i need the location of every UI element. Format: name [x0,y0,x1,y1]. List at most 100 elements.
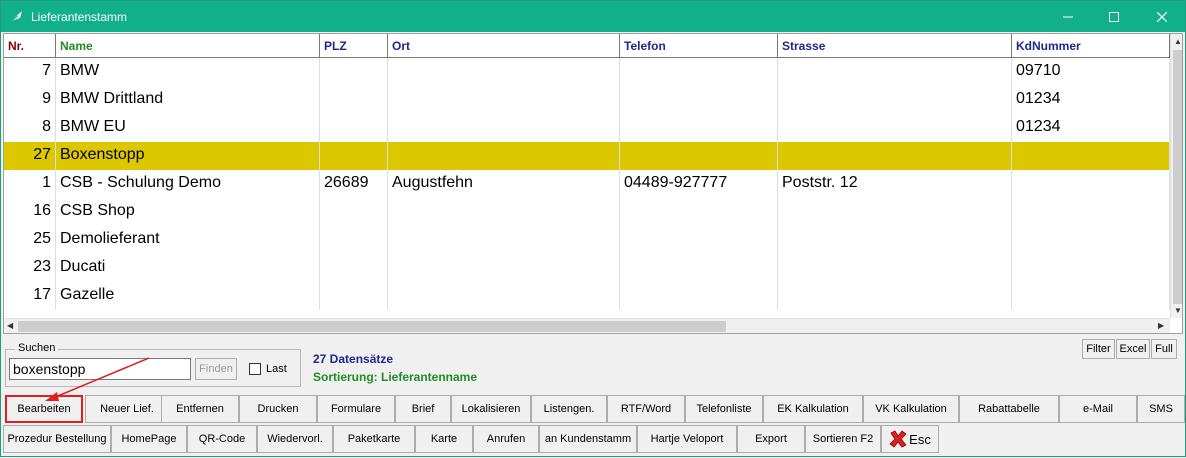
homepage-button[interactable]: HomePage [111,425,187,453]
cell-ort: Augustfehn [388,170,620,198]
find-button[interactable]: Finden [195,358,237,380]
cell-ort [388,226,620,254]
cell-kdnummer: 09710 [1012,58,1170,86]
search-input[interactable] [9,358,191,380]
table-row[interactable]: 16 CSB Shop [4,198,1170,226]
drucken-button[interactable]: Drucken [239,395,317,423]
sort-status: Sortierung: Lieferantenname [313,370,478,384]
an-kundenstamm-button[interactable]: an Kundenstamm [539,425,637,453]
horizontal-scroll-thumb[interactable] [18,321,726,332]
listengen-button[interactable]: Listengen. [531,395,607,423]
column-header-telefon[interactable]: Telefon [620,34,778,58]
cell-name: Demolieferant [56,226,320,254]
vertical-scroll-thumb[interactable] [1173,50,1182,304]
cell-plz [320,282,388,310]
main-window: Lieferantenstamm Nr. Name PLZ Ort Telefo… [0,0,1186,457]
cell-strasse [778,254,1012,282]
cell-kdnummer [1012,282,1170,310]
supplier-grid[interactable]: Nr. Name PLZ Ort Telefon Strasse KdNumme… [3,33,1183,334]
last-checkbox[interactable] [249,363,261,375]
cell-name: BMW Drittland [56,86,320,114]
formulare-button[interactable]: Formulare [317,395,395,423]
minimize-button[interactable] [1045,1,1091,32]
cell-telefon [620,254,778,282]
export-button[interactable]: Export [737,425,805,453]
column-header-strasse[interactable]: Strasse [778,34,1012,58]
scroll-up-icon[interactable]: ▲ [1174,37,1182,47]
column-header-ort[interactable]: Ort [388,34,620,58]
full-button[interactable]: Full [1151,339,1177,359]
table-row[interactable]: 17 Gazelle [4,282,1170,310]
cell-nr: 1 [4,170,56,198]
sortieren-f2-button[interactable]: Sortieren F2 [805,425,881,453]
cell-ort [388,114,620,142]
neuer-lief-button[interactable]: Neuer Lief. [85,395,169,423]
bearbeiten-button[interactable]: Bearbeiten [5,395,83,423]
anrufen-button[interactable]: Anrufen [473,425,539,453]
cell-nr: 23 [4,254,56,282]
wiedervorl-button[interactable]: Wiedervorl. [257,425,333,453]
lokalisieren-button[interactable]: Lokalisieren [451,395,531,423]
ek-kalkulation-button[interactable]: EK Kalkulation [763,395,863,423]
cell-telefon [620,142,778,170]
table-row[interactable]: 1 CSB - Schulung Demo 26689 Augustfehn 04489… [4,170,1170,198]
red-x-icon [889,430,907,448]
filter-button[interactable]: Filter [1082,339,1115,359]
window-title: Lieferantenstamm [31,10,128,24]
column-header-nr[interactable]: Nr. [4,34,56,58]
karte-button[interactable]: Karte [415,425,473,453]
table-row[interactable]: 9 BMW Drittland 01234 [4,86,1170,114]
hartje-veloport-button[interactable]: Hartje Veloport [637,425,737,453]
esc-button[interactable]: Esc [881,425,939,453]
table-row[interactable]: 8 BMW EU 01234 [4,114,1170,142]
cell-nr: 16 [4,198,56,226]
column-header-plz[interactable]: PLZ [320,34,388,58]
entfernen-button[interactable]: Entfernen [161,395,239,423]
cell-telefon [620,58,778,86]
cell-telefon [620,114,778,142]
column-header-kdnummer[interactable]: KdNummer [1012,34,1170,58]
scroll-left-icon[interactable]: ◀ [7,321,13,331]
cell-plz [320,114,388,142]
paketkarte-button[interactable]: Paketkarte [333,425,415,453]
cell-plz [320,198,388,226]
grid-rows: 7 BMW 09710 9 BMW Drittland 01234 8 BMW EU 01234… [4,58,1170,318]
minimize-icon [1063,16,1073,17]
cell-plz [320,86,388,114]
horizontal-scrollbar[interactable]: ◀ ▶ [4,318,1170,333]
cell-kdnummer [1012,254,1170,282]
scroll-right-icon[interactable]: ▶ [1158,321,1164,331]
cell-telefon [620,86,778,114]
cell-plz [320,142,388,170]
cell-plz [320,58,388,86]
table-row[interactable]: 27 Boxenstopp [4,142,1170,170]
table-row[interactable]: 7 BMW 09710 [4,58,1170,86]
e-mail-button[interactable]: e-Mail [1059,395,1137,423]
close-button[interactable] [1139,1,1185,32]
prozedur-bestellung-button[interactable]: Prozedur Bestellung [3,425,111,453]
cell-name: CSB - Schulung Demo [56,170,320,198]
table-row[interactable]: 25 Demolieferant [4,226,1170,254]
table-row[interactable]: 23 Ducati [4,254,1170,282]
cell-strasse [778,226,1012,254]
cell-nr: 7 [4,58,56,86]
sms-button[interactable]: SMS [1137,395,1185,423]
scroll-down-icon[interactable]: ▼ [1174,306,1182,316]
cell-name: Gazelle [56,282,320,310]
cell-kdnummer [1012,142,1170,170]
excel-button[interactable]: Excel [1116,339,1150,359]
cell-ort [388,86,620,114]
cell-strasse [778,58,1012,86]
qr-code-button[interactable]: QR-Code [187,425,257,453]
rabattabelle-button[interactable]: Rabattabelle [959,395,1059,423]
brief-button[interactable]: Brief [395,395,451,423]
maximize-button[interactable] [1091,1,1137,32]
cell-strasse [778,282,1012,310]
rtf-word-button[interactable]: RTF/Word [607,395,685,423]
cell-name: BMW EU [56,114,320,142]
cell-name: CSB Shop [56,198,320,226]
vertical-scrollbar[interactable]: ▲ ▼ [1170,34,1182,318]
vk-kalkulation-button[interactable]: VK Kalkulation [863,395,959,423]
column-header-name[interactable]: Name [56,34,320,58]
telefonliste-button[interactable]: Telefonliste [685,395,763,423]
